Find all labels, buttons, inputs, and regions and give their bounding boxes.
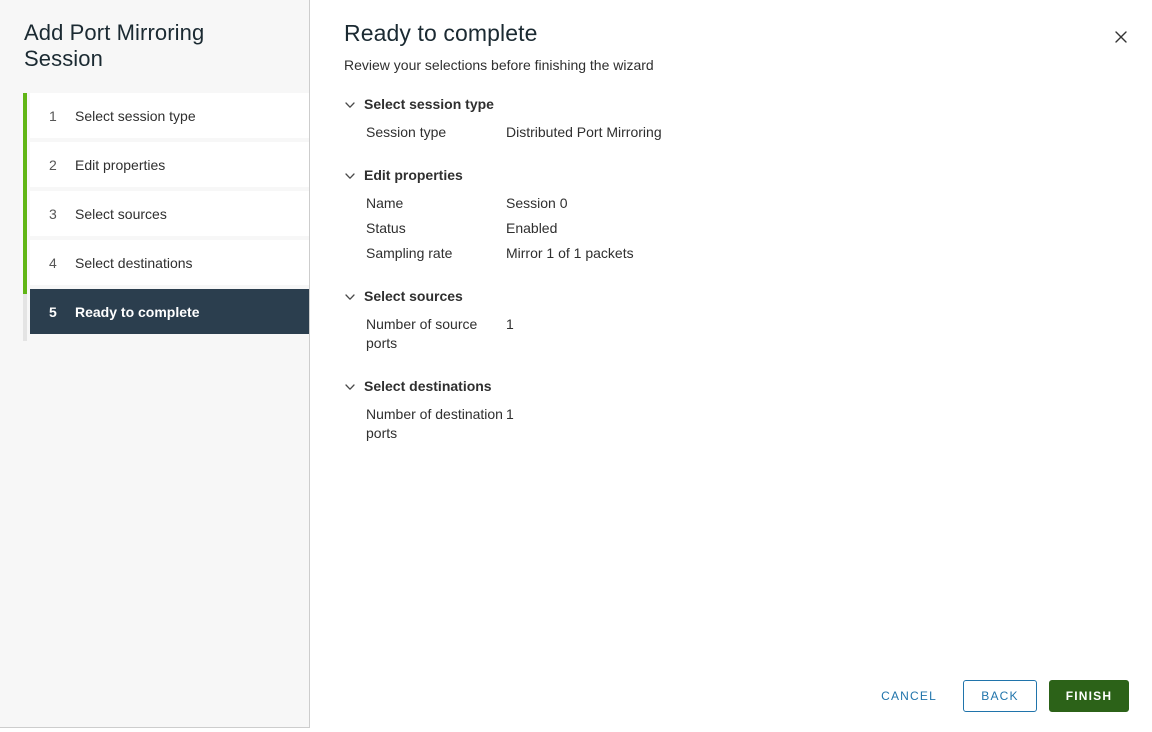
step-number: 3 bbox=[30, 206, 75, 222]
back-button[interactable]: BACK bbox=[963, 680, 1037, 712]
page-title: Ready to complete bbox=[344, 20, 537, 47]
summary-section-select-session-type: Select session type Session type Distrib… bbox=[344, 92, 1128, 163]
summary-value: Distributed Port Mirroring bbox=[506, 123, 662, 142]
step-label: Ready to complete bbox=[75, 304, 199, 320]
wizard-footer: CANCEL BACK FINISH bbox=[867, 680, 1129, 712]
wizard-main-panel: Ready to complete Review your selections… bbox=[310, 0, 1152, 732]
summary-key: Session type bbox=[344, 123, 506, 142]
wizard-sidebar: Add Port Mirroring Session 1 Select sess… bbox=[0, 0, 310, 728]
step-number: 1 bbox=[30, 108, 75, 124]
progress-fill bbox=[23, 93, 27, 294]
section-heading-label: Select session type bbox=[364, 96, 494, 112]
section-header[interactable]: Select session type bbox=[344, 92, 1128, 116]
page-subtitle: Review your selections before finishing … bbox=[344, 57, 654, 73]
section-body: Name Session 0 Status Enabled Sampling r… bbox=[344, 187, 1128, 284]
section-body: Session type Distributed Port Mirroring bbox=[344, 116, 1128, 163]
sidebar-step-1[interactable]: 1 Select session type bbox=[30, 93, 309, 138]
step-label: Edit properties bbox=[75, 157, 165, 173]
summary-sections: Select session type Session type Distrib… bbox=[344, 92, 1128, 464]
summary-row: Number of source ports 1 bbox=[344, 315, 1128, 353]
close-icon[interactable] bbox=[1108, 24, 1134, 50]
summary-section-edit-properties: Edit properties Name Session 0 Status En… bbox=[344, 163, 1128, 284]
wizard-title: Add Port Mirroring Session bbox=[0, 0, 309, 72]
summary-value: 1 bbox=[506, 315, 514, 334]
section-heading-label: Edit properties bbox=[364, 167, 463, 183]
sidebar-step-2[interactable]: 2 Edit properties bbox=[30, 142, 309, 187]
summary-key: Name bbox=[344, 194, 506, 213]
summary-row: Status Enabled bbox=[344, 219, 1128, 238]
finish-button[interactable]: FINISH bbox=[1049, 680, 1129, 712]
section-heading-label: Select sources bbox=[364, 288, 463, 304]
summary-key: Sampling rate bbox=[344, 244, 506, 263]
summary-value: Session 0 bbox=[506, 194, 567, 213]
sidebar-step-4[interactable]: 4 Select destinations bbox=[30, 240, 309, 285]
summary-value: Mirror 1 of 1 packets bbox=[506, 244, 634, 263]
summary-value: 1 bbox=[506, 405, 514, 424]
sidebar-step-5[interactable]: 5 Ready to complete bbox=[30, 289, 309, 334]
sidebar-step-3[interactable]: 3 Select sources bbox=[30, 191, 309, 236]
summary-row: Name Session 0 bbox=[344, 194, 1128, 213]
summary-key: Number of source ports bbox=[344, 315, 506, 353]
chevron-down-icon bbox=[344, 169, 356, 181]
section-header[interactable]: Select sources bbox=[344, 284, 1128, 308]
chevron-down-icon bbox=[344, 290, 356, 302]
summary-key: Status bbox=[344, 219, 506, 238]
summary-section-select-sources: Select sources Number of source ports 1 bbox=[344, 284, 1128, 374]
chevron-down-icon bbox=[344, 98, 356, 110]
close-glyph bbox=[1113, 29, 1129, 45]
summary-value: Enabled bbox=[506, 219, 557, 238]
summary-row: Sampling rate Mirror 1 of 1 packets bbox=[344, 244, 1128, 263]
step-label: Select session type bbox=[75, 108, 196, 124]
step-number: 2 bbox=[30, 157, 75, 173]
summary-row: Number of destination ports 1 bbox=[344, 405, 1128, 443]
step-number: 4 bbox=[30, 255, 75, 271]
section-body: Number of source ports 1 bbox=[344, 308, 1128, 374]
summary-key: Number of destination ports bbox=[344, 405, 506, 443]
section-body: Number of destination ports 1 bbox=[344, 398, 1128, 464]
section-header[interactable]: Edit properties bbox=[344, 163, 1128, 187]
step-number: 5 bbox=[30, 304, 75, 320]
section-heading-label: Select destinations bbox=[364, 378, 492, 394]
cancel-button[interactable]: CANCEL bbox=[867, 680, 951, 712]
chevron-down-icon bbox=[344, 380, 356, 392]
step-label: Select sources bbox=[75, 206, 167, 222]
summary-section-select-destinations: Select destinations Number of destinatio… bbox=[344, 374, 1128, 464]
wizard-dialog: Add Port Mirroring Session 1 Select sess… bbox=[0, 0, 1152, 732]
step-label: Select destinations bbox=[75, 255, 193, 271]
section-header[interactable]: Select destinations bbox=[344, 374, 1128, 398]
wizard-steps: 1 Select session type 2 Edit properties … bbox=[0, 93, 309, 334]
summary-row: Session type Distributed Port Mirroring bbox=[344, 123, 1128, 142]
